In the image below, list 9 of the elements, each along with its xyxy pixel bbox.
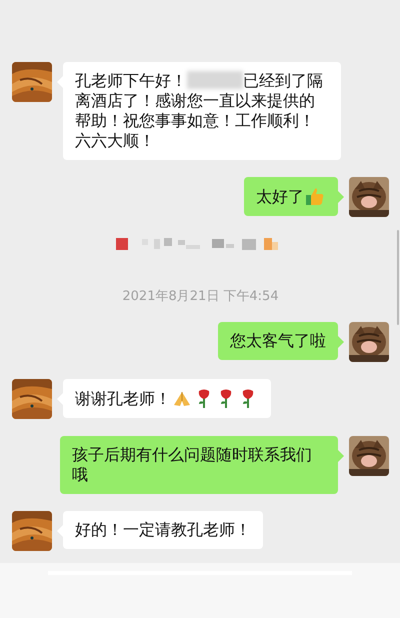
message-bubble[interactable]: 孩子后期有什么问题随时联系我们哦: [60, 436, 338, 494]
message-bubble[interactable]: 谢谢孔老师！: [63, 379, 271, 418]
thumbs-up-icon: [305, 186, 325, 206]
message-bubble[interactable]: 太好了: [244, 177, 338, 216]
message-bubble[interactable]: 您太客气了啦: [218, 322, 338, 360]
timestamp: 2021年8月21日 下午4:54: [122, 288, 279, 305]
redacted-name: [187, 71, 243, 89]
message-bubble[interactable]: 好的！一定请教孔老师！: [63, 511, 263, 549]
message-bubble[interactable]: 孔老师下午好！ 已经到了隔离酒店了！感谢您一直以来提供的帮助！祝您事事如意！工作顺利！六六大顺！: [63, 62, 341, 160]
